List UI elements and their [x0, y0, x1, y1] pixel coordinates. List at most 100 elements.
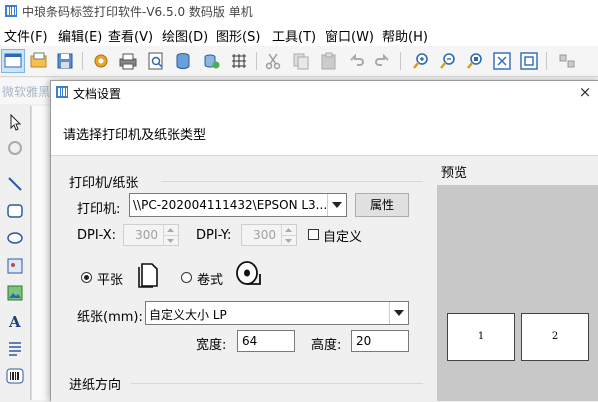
- app-logo-icon: [5, 5, 17, 17]
- redo-button[interactable]: [372, 50, 394, 72]
- print-preview-icon: [148, 52, 163, 70]
- undo-button[interactable]: [345, 50, 367, 72]
- menu-edit[interactable]: 编辑(E): [58, 26, 102, 45]
- chevron-down-icon: [285, 239, 292, 243]
- picture-icon: [7, 285, 23, 301]
- dpi-y-decrement[interactable]: [281, 235, 296, 246]
- print-button[interactable]: [117, 50, 139, 72]
- dialog-title: 文档设置: [73, 87, 122, 101]
- group-divider: [161, 181, 423, 182]
- barcode-tool[interactable]: [5, 366, 25, 386]
- zoom-page-icon: [520, 52, 538, 70]
- width-value: 64: [242, 334, 258, 348]
- app-title-bar: 中琅条码标签打印软件-V6.5.0 数码版 单机: [0, 0, 598, 22]
- printer-select[interactable]: \\PC-202004111432\EPSON L3...: [129, 193, 347, 217]
- roll-paper-radio[interactable]: [181, 272, 192, 283]
- text-tool[interactable]: A: [5, 311, 25, 331]
- menu-help[interactable]: 帮助(H): [382, 26, 428, 45]
- grid-button[interactable]: [228, 50, 250, 72]
- image-frame-icon: [7, 258, 23, 274]
- paper-size-value: 自定义大小 LP: [149, 308, 227, 322]
- data-import-button[interactable]: [200, 50, 222, 72]
- roll-paper-icon: [236, 261, 261, 285]
- save-button[interactable]: [54, 50, 76, 72]
- image-tool[interactable]: [5, 283, 25, 303]
- database-button[interactable]: [172, 50, 194, 72]
- printer-dropdown-arrow[interactable]: [327, 194, 346, 216]
- rectangle-tool[interactable]: [5, 201, 25, 221]
- menu-window[interactable]: 窗口(W): [325, 26, 374, 45]
- printer-label: 打印机:: [77, 202, 121, 217]
- document-settings-dialog: 文档设置 × 请选择打印机及纸张类型 打印机/纸张 打印机: \\PC-2020…: [50, 80, 598, 402]
- drawing-toolbox: A: [0, 106, 31, 400]
- chevron-down-icon: [332, 202, 342, 208]
- zoom-fit-button[interactable]: [464, 50, 486, 72]
- chevron-up-icon: [285, 228, 292, 232]
- paste-button[interactable]: [318, 50, 340, 72]
- sheet-paper-radio[interactable]: [81, 272, 92, 283]
- window-title: 中琅条码标签打印软件-V6.5.0 数码版 单机: [22, 5, 253, 19]
- rotate-icon: [8, 141, 22, 155]
- dpi-y-spinner[interactable]: 300: [241, 224, 297, 246]
- grid-icon: [232, 54, 246, 68]
- copy-icon: [293, 53, 309, 70]
- paper-size-select[interactable]: 自定义大小 LP: [145, 301, 409, 325]
- new-button[interactable]: [1, 49, 25, 73]
- align-button[interactable]: [556, 50, 578, 72]
- print-preview-button[interactable]: [145, 50, 167, 72]
- toolbar-separator: [82, 52, 83, 70]
- settings-button[interactable]: [90, 50, 112, 72]
- width-input[interactable]: 64: [237, 330, 295, 352]
- rotate-tool[interactable]: [5, 138, 25, 158]
- dpi-x-increment[interactable]: [163, 225, 178, 235]
- zoom-in-button[interactable]: [410, 50, 432, 72]
- paragraph-tool[interactable]: [5, 338, 25, 358]
- dpi-x-spinner[interactable]: 300: [123, 224, 179, 246]
- menu-file[interactable]: 文件(F): [4, 26, 48, 45]
- toolbar-separator: [546, 52, 547, 70]
- zoom-out-button[interactable]: [437, 50, 459, 72]
- group-divider: [131, 383, 423, 384]
- close-button[interactable]: ×: [575, 82, 595, 102]
- dpi-x-decrement[interactable]: [163, 235, 178, 246]
- dpi-y-increment[interactable]: [281, 225, 296, 235]
- chevron-down-icon: [394, 310, 404, 316]
- pointer-icon: [10, 113, 22, 131]
- zoom-page-button[interactable]: [518, 50, 540, 72]
- data-import-icon: [204, 54, 220, 69]
- chevron-up-icon: [167, 228, 174, 232]
- font-name: 微软雅黑: [2, 85, 51, 99]
- dialog-title-bar: 文档设置 ×: [51, 81, 598, 103]
- zoom-all-button[interactable]: [491, 50, 513, 72]
- copy-button[interactable]: [290, 50, 312, 72]
- dialog-instruction: 请选择打印机及纸张类型: [63, 128, 207, 143]
- custom-dpi-label: 自定义: [323, 230, 363, 245]
- zoom-fit-icon: [467, 53, 482, 69]
- zoom-in-icon: [413, 53, 428, 69]
- printer-select-value: \\PC-202004111432\EPSON L3...: [133, 198, 328, 212]
- paper-size-dropdown-arrow[interactable]: [389, 302, 408, 324]
- cut-button[interactable]: [262, 50, 284, 72]
- ellipse-tool[interactable]: [5, 228, 25, 248]
- toolbar-separator: [400, 52, 401, 70]
- dpi-x-label: DPI-X:: [77, 228, 117, 243]
- height-input[interactable]: 20: [351, 330, 409, 352]
- menu-tools[interactable]: 工具(T): [272, 26, 316, 45]
- dpi-y-label: DPI-Y:: [196, 228, 232, 243]
- image-frame-tool[interactable]: [5, 256, 25, 276]
- preview-title: 预览: [441, 166, 468, 181]
- design-canvas: [31, 106, 52, 400]
- properties-button[interactable]: 属性: [355, 193, 409, 217]
- menu-draw[interactable]: 绘图(D): [162, 26, 208, 45]
- line-tool[interactable]: [5, 174, 25, 194]
- menu-shape[interactable]: 图形(S): [216, 26, 260, 45]
- preview-pane: 1 2: [437, 185, 598, 401]
- new-icon: [4, 53, 22, 68]
- zoom-all-icon: [493, 52, 511, 70]
- open-icon: [30, 52, 47, 68]
- select-tool[interactable]: [5, 112, 25, 132]
- menu-view[interactable]: 查看(V): [108, 26, 153, 45]
- preview-page: 2: [521, 313, 589, 361]
- custom-dpi-checkbox[interactable]: [308, 229, 319, 240]
- open-button[interactable]: [28, 50, 50, 72]
